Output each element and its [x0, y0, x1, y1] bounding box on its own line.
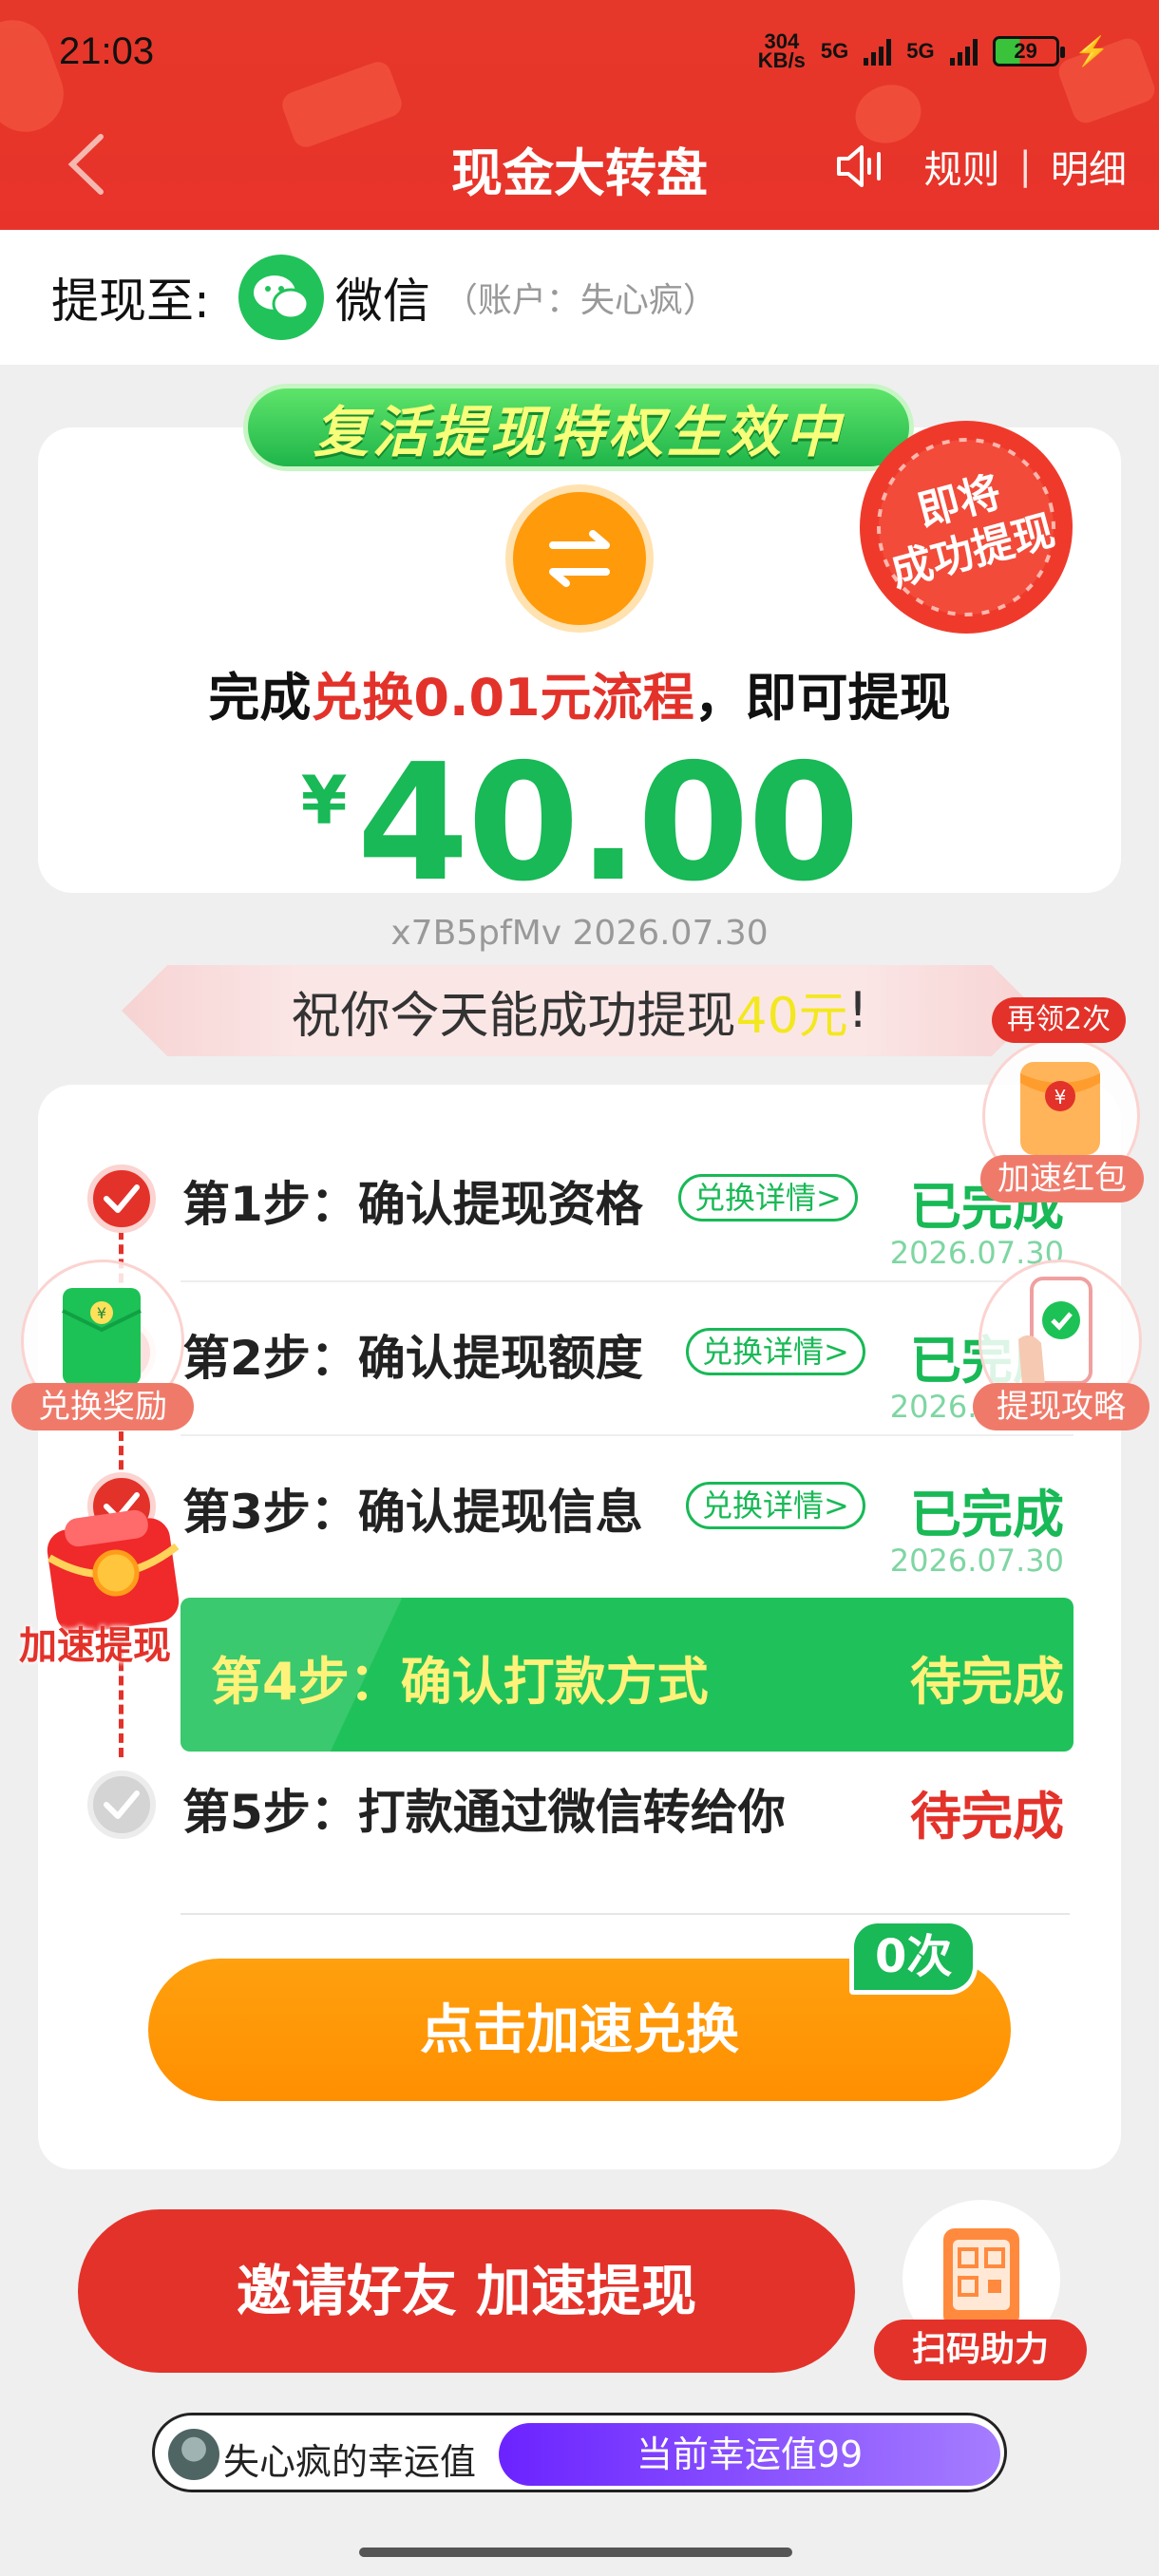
rules-link[interactable]: 规则 [924, 139, 1000, 194]
svg-text:¥: ¥ [97, 1304, 106, 1322]
exchange-details-button[interactable]: 兑换详情> [678, 1174, 858, 1222]
privilege-banner: 复活提现特权生效中 [243, 384, 914, 471]
exchange-icon [505, 484, 654, 633]
exchange-details-button[interactable]: 兑换详情> [686, 1482, 865, 1529]
lucky-value: 当前幸运值99 [499, 2423, 1000, 2486]
complete-prefix: 完成 [208, 668, 312, 728]
nav-actions: 规则 | 明细 [835, 139, 1127, 194]
step-title: 第1步：确认提现资格 [182, 1177, 643, 1232]
step-title: 第2步：确认提现额度 [182, 1331, 643, 1386]
withdraw-method: 微信 [334, 274, 430, 329]
complete-suffix: ，即可提现 [694, 668, 951, 728]
scan-assist-button[interactable]: 扫码助力 [874, 2200, 1092, 2380]
divider [180, 1913, 1070, 1915]
step-divider [180, 1280, 1074, 1282]
speed-withdraw-label: 加速提现 [19, 1624, 171, 1668]
step-divider [180, 1434, 1074, 1436]
home-indicator[interactable] [359, 2548, 792, 2557]
amount-value: 40.00 [356, 729, 860, 918]
step-row: 第5步：打款通过微信转给你 待完成 [38, 1767, 1121, 1909]
exchange-details-button[interactable]: 兑换详情> [686, 1328, 865, 1375]
step-status: 待完成 [910, 1652, 1064, 1712]
status-bar: 21:03 304 KB/s 5G 5G 29 ⚡ [0, 0, 1159, 104]
step-current: 第4步：确认打款方式 待完成 [180, 1598, 1074, 1752]
status-time: 21:03 [59, 30, 155, 72]
withdraw-label: 提现至: [51, 274, 210, 329]
step-title: 第5步：打款通过微信转给你 [182, 1785, 786, 1840]
complete-instruction: 完成兑换0.01元流程，即可提现 [38, 655, 1121, 730]
complete-highlight: 兑换0.01元流程 [311, 668, 694, 728]
wish-suffix: ! [847, 982, 868, 1039]
check-icon [87, 1165, 156, 1233]
battery-icon: 29 [992, 36, 1065, 66]
check-icon [87, 1771, 156, 1839]
redpack-icon: ¥ [1020, 1062, 1100, 1155]
header: 21:03 304 KB/s 5G 5G 29 ⚡ 现金大转盘 规则 | 明细 [0, 0, 1159, 230]
status-indicators: 304 KB/s 5G 5G 29 ⚡ [757, 31, 1110, 72]
speed-redpack-widget[interactable]: ¥ 再领2次 加速红包 [973, 997, 1150, 1203]
withdraw-account: （账户：失心疯） [443, 281, 717, 320]
step-title: 第3步：确认提现信息 [182, 1485, 643, 1540]
speed-withdraw-widget[interactable]: 加速提现 [19, 1501, 200, 1691]
gift-redpack-icon [47, 1509, 180, 1634]
wechat-icon [238, 255, 324, 340]
nav-separator: | [1018, 144, 1032, 188]
nav-bar: 现金大转盘 规则 | 明细 [0, 106, 1159, 224]
avatar [168, 2429, 219, 2480]
lucky-owner: 失心疯的幸运值 [223, 2441, 477, 2483]
net-speed: 304 KB/s [757, 31, 806, 72]
step-status: 待完成 [910, 1787, 1064, 1847]
redpack-label: 加速红包 [980, 1155, 1144, 1203]
step-status: 已完成 [910, 1485, 1064, 1544]
wish-prefix: 祝你今天能成功提现 [291, 987, 736, 1045]
currency-symbol: ¥ [300, 762, 348, 840]
scan-label: 扫码助力 [874, 2320, 1087, 2380]
step-row: 第3步：确认提现信息 兑换详情> 已完成 2026.07.30 [38, 1448, 1121, 1590]
remaining-count-badge: 0次 [849, 1919, 978, 1995]
svg-text:¥: ¥ [1054, 1086, 1067, 1108]
step-title: 第4步：确认打款方式 [211, 1652, 709, 1712]
redpack-count-badge: 再领2次 [992, 997, 1127, 1043]
charging-icon: ⚡ [1074, 35, 1110, 67]
step-date: 2026.07.30 [889, 1543, 1064, 1579]
success-seal-icon: 即将 成功提现 [860, 421, 1073, 634]
signal-icon [864, 37, 892, 66]
sim1-label: 5G [820, 39, 849, 63]
wish-banner: 祝你今天能成功提现 40元! [122, 965, 1037, 1056]
invite-friends-button[interactable]: 邀请好友 加速提现 [78, 2209, 855, 2373]
phone-wechat-icon [1018, 1277, 1092, 1385]
wish-highlight: 40元 [735, 987, 848, 1045]
order-code: x7B5pfMv 2026.07.30 [390, 914, 769, 953]
withdraw-target-row[interactable]: 提现至: 微信 （账户：失心疯） [0, 230, 1159, 365]
net-speed-unit: KB/s [757, 48, 806, 72]
lucky-value-bar: 失心疯的幸运值 当前幸运值99 [152, 2413, 1007, 2492]
details-link[interactable]: 明细 [1051, 139, 1127, 194]
exchange-reward-label: 兑换奖励 [11, 1383, 194, 1430]
withdraw-guide-label: 提现攻略 [973, 1383, 1150, 1430]
sim2-label: 5G [906, 39, 935, 63]
exchange-reward-widget[interactable]: ¥ 兑换奖励 [11, 1260, 201, 1449]
speaker-icon[interactable] [835, 142, 886, 190]
green-envelope-icon: ¥ [62, 1288, 142, 1385]
withdraw-guide-widget[interactable]: 提现攻略 [973, 1260, 1153, 1449]
withdraw-amount: ¥40.00 [38, 729, 1121, 918]
signal-icon [949, 37, 978, 66]
